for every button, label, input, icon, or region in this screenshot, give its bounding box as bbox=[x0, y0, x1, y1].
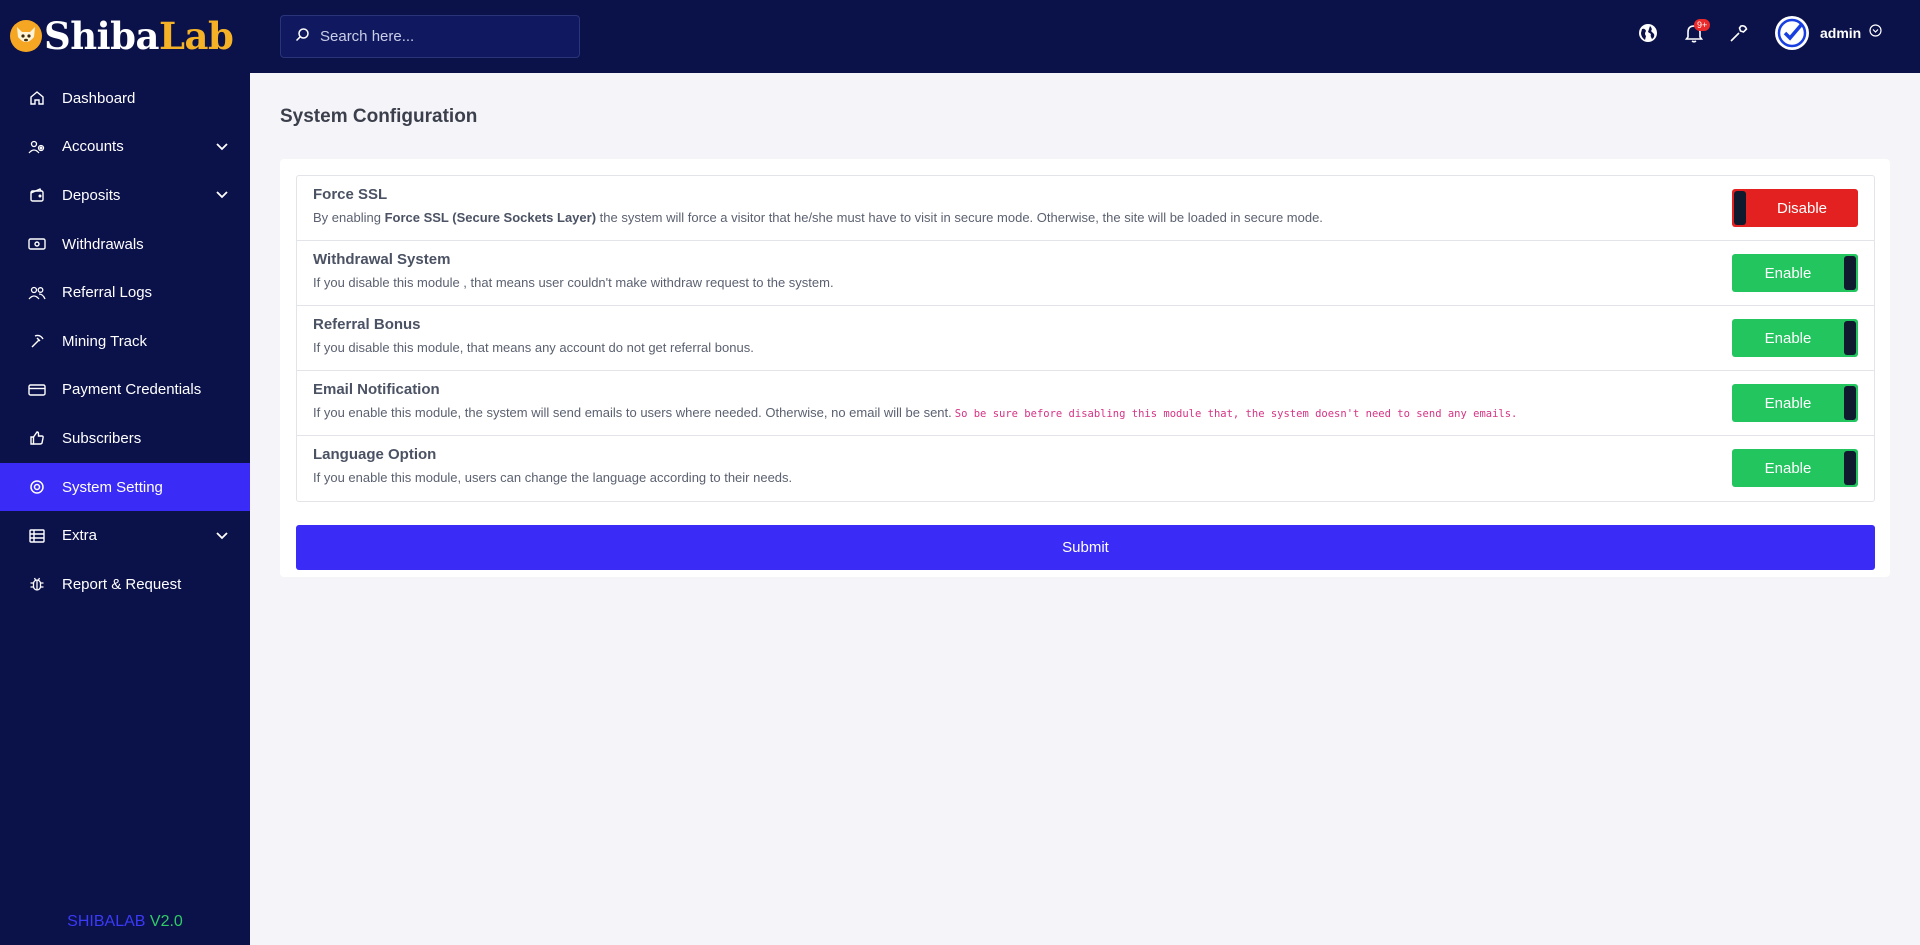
setting-title: Force SSL bbox=[313, 186, 388, 203]
force-ssl-toggle[interactable]: Disable bbox=[1732, 189, 1858, 227]
sidebar-item-deposits[interactable]: Deposits bbox=[0, 171, 250, 220]
users-icon bbox=[28, 284, 46, 302]
chevron-down-circle-icon bbox=[1869, 24, 1882, 42]
setting-email-notification: Email Notification If you enable this mo… bbox=[297, 371, 1874, 436]
wallet-icon bbox=[28, 186, 46, 204]
setting-description: By enabling Force SSL (Secure Sockets La… bbox=[313, 210, 1323, 225]
version-name: SHIBALAB bbox=[67, 913, 146, 930]
brand-logo[interactable]: ShibaLab bbox=[0, 0, 250, 72]
setting-language-option: Language Option If you enable this modul… bbox=[297, 436, 1874, 501]
sidebar-item-label: System Setting bbox=[62, 478, 163, 496]
setting-title: Language Option bbox=[313, 446, 437, 463]
language-option-toggle[interactable]: Enable bbox=[1732, 449, 1858, 487]
toggle-label: Enable bbox=[1764, 329, 1812, 347]
toggle-label: Enable bbox=[1764, 394, 1812, 412]
avatar bbox=[1775, 16, 1809, 50]
setting-description: If you enable this module, the system wi… bbox=[313, 405, 1518, 420]
withdrawal-system-toggle[interactable]: Enable bbox=[1732, 254, 1858, 292]
search-box bbox=[280, 15, 580, 58]
shiba-dog-icon bbox=[10, 20, 42, 52]
top-bar: 9+ admin bbox=[250, 0, 1920, 73]
sidebar-item-payment-credentials[interactable]: Payment Credentials bbox=[0, 366, 250, 415]
setting-referral-bonus: Referral Bonus If you disable this modul… bbox=[297, 306, 1874, 371]
email-notification-toggle[interactable]: Enable bbox=[1732, 384, 1858, 422]
toggle-label: Enable bbox=[1764, 264, 1812, 282]
setting-note: So be sure before disabling this module … bbox=[954, 408, 1518, 420]
main-content: System Configuration Force SSL By enabli… bbox=[250, 73, 1920, 945]
search-input[interactable] bbox=[320, 28, 560, 45]
app-version: SHIBALAB V2.0 bbox=[0, 913, 250, 931]
sidebar-item-withdrawals[interactable]: Withdrawals bbox=[0, 220, 250, 269]
setting-force-ssl: Force SSL By enabling Force SSL (Secure … bbox=[297, 176, 1874, 241]
sidebar-item-label: Report & Request bbox=[62, 575, 182, 593]
settings-list: Force SSL By enabling Force SSL (Secure … bbox=[296, 175, 1875, 502]
settings-icon bbox=[28, 478, 46, 496]
setting-title: Email Notification bbox=[313, 381, 440, 398]
sidebar-item-label: Extra bbox=[62, 527, 98, 545]
sidebar-item-mining-track[interactable]: Mining Track bbox=[0, 317, 250, 366]
list-icon bbox=[28, 527, 46, 545]
sidebar-item-dashboard[interactable]: Dashboard bbox=[0, 74, 250, 123]
wrench-icon[interactable] bbox=[1728, 22, 1750, 44]
setting-description: If you enable this module, users can cha… bbox=[313, 470, 793, 485]
sidebar-nav: Dashboard Accounts Deposits Withdrawals … bbox=[0, 74, 250, 609]
chevron-down-icon bbox=[216, 138, 228, 156]
home-icon bbox=[28, 89, 46, 107]
page-title: System Configuration bbox=[280, 106, 478, 127]
toggle-knob bbox=[1844, 256, 1856, 290]
users-gear-icon bbox=[28, 138, 46, 156]
sidebar-item-extra[interactable]: Extra bbox=[0, 511, 250, 560]
sidebar-item-label: Mining Track bbox=[62, 332, 148, 350]
sidebar-item-subscribers[interactable]: Subscribers bbox=[0, 414, 250, 463]
setting-description: If you disable this module , that means … bbox=[313, 275, 834, 290]
bell-icon[interactable]: 9+ bbox=[1683, 19, 1711, 44]
setting-withdrawal-system: Withdrawal System If you disable this mo… bbox=[297, 241, 1874, 306]
submit-button[interactable]: Submit bbox=[296, 525, 1875, 570]
toggle-knob bbox=[1734, 191, 1746, 225]
sidebar-item-accounts[interactable]: Accounts bbox=[0, 123, 250, 172]
toggle-label: Enable bbox=[1764, 459, 1812, 477]
chevron-down-icon bbox=[216, 527, 228, 545]
config-card: Force SSL By enabling Force SSL (Secure … bbox=[280, 159, 1890, 577]
setting-title: Referral Bonus bbox=[313, 316, 421, 333]
notification-badge: 9+ bbox=[1694, 19, 1711, 31]
user-menu[interactable]: admin bbox=[1775, 16, 1882, 50]
sidebar-item-label: Subscribers bbox=[62, 429, 142, 447]
toggle-knob bbox=[1844, 321, 1856, 355]
setting-title: Withdrawal System bbox=[313, 251, 451, 268]
sidebar-item-system-setting[interactable]: System Setting bbox=[0, 462, 250, 512]
sidebar-item-label: Accounts bbox=[62, 138, 124, 156]
sidebar-item-report-request[interactable]: Report & Request bbox=[0, 560, 250, 609]
toggle-knob bbox=[1844, 451, 1856, 485]
globe-icon[interactable] bbox=[1637, 22, 1659, 44]
toggle-label: Disable bbox=[1776, 199, 1828, 217]
search-icon bbox=[295, 27, 310, 47]
sidebar-item-label: Withdrawals bbox=[62, 235, 144, 253]
brand-name: ShibaLab bbox=[44, 14, 234, 58]
sidebar-item-label: Dashboard bbox=[62, 89, 136, 107]
user-name: admin bbox=[1820, 25, 1862, 41]
sidebar-item-label: Referral Logs bbox=[62, 284, 153, 302]
sidebar-item-referral-logs[interactable]: Referral Logs bbox=[0, 268, 250, 317]
cash-icon bbox=[28, 235, 46, 253]
credit-card-icon bbox=[28, 381, 46, 399]
version-number: V2.0 bbox=[149, 913, 183, 930]
chevron-down-icon bbox=[216, 186, 228, 204]
toggle-knob bbox=[1844, 386, 1856, 420]
sidebar-item-label: Deposits bbox=[62, 186, 121, 204]
bug-icon bbox=[28, 575, 46, 593]
sidebar-item-label: Payment Credentials bbox=[62, 381, 202, 399]
setting-description: If you disable this module, that means a… bbox=[313, 340, 754, 355]
pickaxe-icon bbox=[28, 332, 46, 350]
thumbs-up-icon bbox=[28, 429, 46, 447]
sidebar: ShibaLab Dashboard Accounts Deposits Wit… bbox=[0, 0, 250, 945]
referral-bonus-toggle[interactable]: Enable bbox=[1732, 319, 1858, 357]
